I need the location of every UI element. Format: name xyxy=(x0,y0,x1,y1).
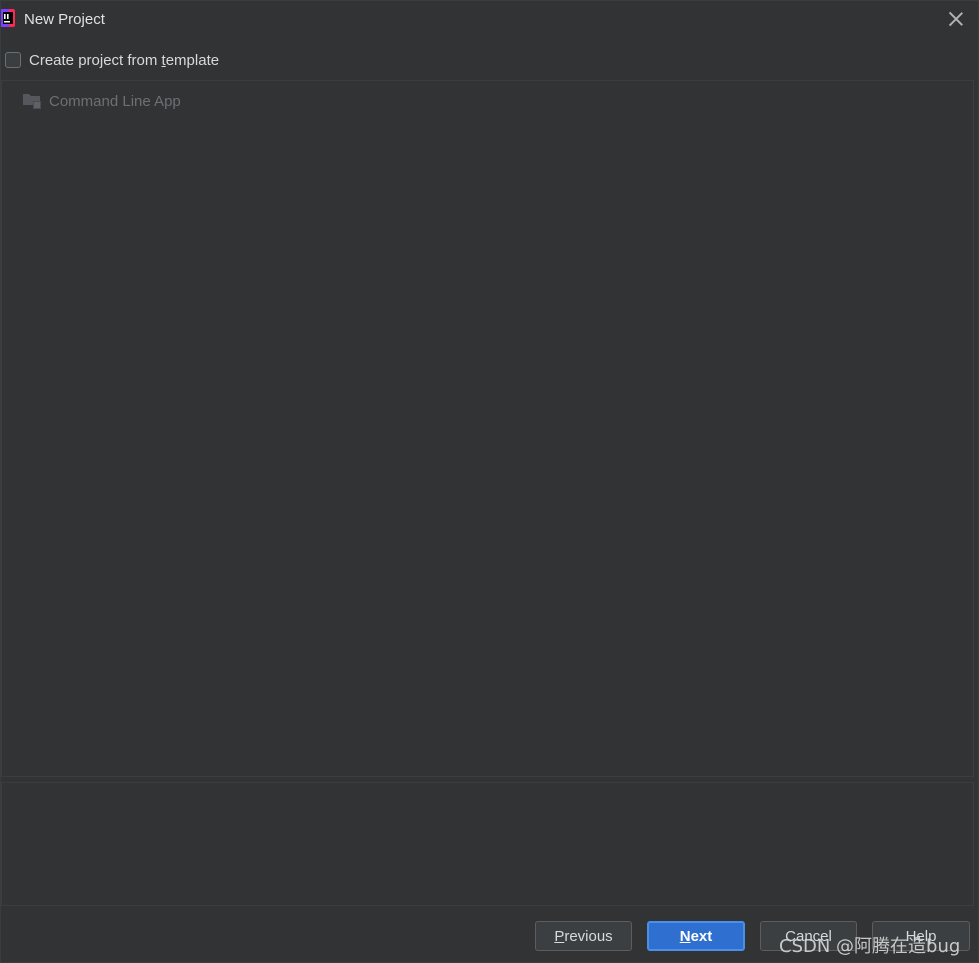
cancel-button[interactable]: Cancel xyxy=(760,921,857,951)
help-button[interactable]: Help xyxy=(872,921,970,951)
list-item-label: Command Line App xyxy=(49,92,181,110)
create-from-template-option[interactable]: Create project from template xyxy=(5,50,219,70)
title-bar: New Project xyxy=(1,1,979,37)
description-panel xyxy=(1,782,974,906)
next-button[interactable]: Next xyxy=(647,921,745,951)
previous-mnemonic: P xyxy=(554,927,565,945)
previous-button-label: Previous xyxy=(554,928,612,945)
checkbox-label-text: Create project from template xyxy=(29,51,220,69)
list-item[interactable]: Command Line App xyxy=(22,90,181,112)
previous-label-rest: revious xyxy=(564,927,613,945)
template-list[interactable]: Command Line App xyxy=(1,80,974,777)
new-project-dialog: New Project Create project from template… xyxy=(0,0,979,963)
intellij-idea-icon xyxy=(1,9,15,27)
help-button-label: Help xyxy=(905,927,937,945)
create-from-template-checkbox[interactable] xyxy=(5,52,21,68)
next-button-label: Next xyxy=(680,928,713,945)
close-icon[interactable] xyxy=(944,7,968,31)
next-label-rest: ext xyxy=(690,927,713,945)
window-title: New Project xyxy=(24,11,105,28)
previous-button[interactable]: Previous xyxy=(535,921,632,951)
next-mnemonic: N xyxy=(679,927,691,945)
create-from-template-label[interactable]: Create project from template xyxy=(29,52,219,69)
folder-icon xyxy=(23,94,41,109)
cancel-button-label: Cancel xyxy=(785,927,832,945)
